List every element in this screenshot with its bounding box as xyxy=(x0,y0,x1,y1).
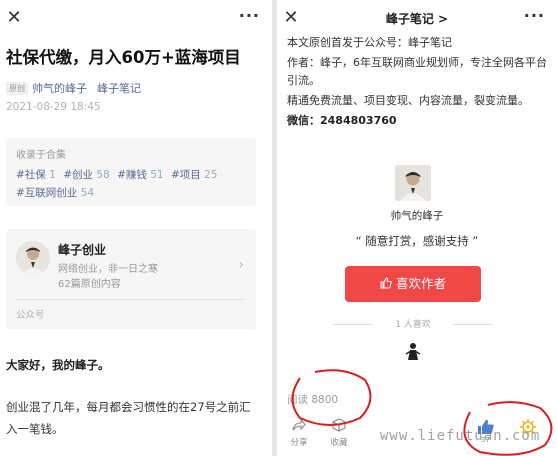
account-title-link[interactable]: 峰子笔记 > xyxy=(277,10,557,27)
article-right-panel: ✕ 峰子笔记 > ··· 本文原创首发于公众号：峰子笔记 作者：峰子，6年互联网… xyxy=(277,0,557,456)
tag-count: 58 xyxy=(96,169,110,181)
tag-name: #创业 xyxy=(63,169,93,181)
collection-tag[interactable]: #社保 1 xyxy=(16,169,56,181)
account-name: 峰子创业 xyxy=(58,243,107,257)
wechat-line: 微信：2484803760 xyxy=(287,114,397,127)
right-top-bar: ✕ 峰子笔记 > ··· xyxy=(277,0,557,36)
collection-box: 收录于合集 #社保 1 #创业 58 #赚钱 51 #项目 25 #互联网创业 … xyxy=(6,138,256,206)
share-icon xyxy=(279,418,319,436)
article-left-panel: ✕ ··· 社保代缴，月入60万+蓝海项目 原创 帅气的峰子 峰子笔记 2021-0… xyxy=(0,0,272,456)
share-button[interactable]: 分享 xyxy=(279,418,319,448)
liked-count-row: 1 人喜欢 xyxy=(333,317,493,331)
author-name: 帅气的峰子 xyxy=(390,210,444,222)
author-link[interactable]: 帅气的峰子 xyxy=(32,82,87,95)
source-line: 本文原创首发于公众号：峰子笔记 xyxy=(287,36,452,49)
original-badge: 原创 xyxy=(6,82,28,95)
tag-count: 51 xyxy=(150,169,164,181)
close-icon[interactable]: ✕ xyxy=(4,8,24,28)
account-link[interactable]: 峰子笔记 xyxy=(97,82,141,95)
article-greeting: 大家好，我的峰子。 xyxy=(6,358,110,372)
collection-title: 收录于合集 xyxy=(16,150,66,161)
more-menu-icon[interactable]: ··· xyxy=(524,6,545,25)
collect-button[interactable]: 收藏 xyxy=(319,418,359,448)
read-count: 阅读 8800 xyxy=(287,394,339,406)
article-footer-text: 本文原创首发于公众号：峰子笔记 作者：峰子，6年互联网商业规划师，专注全网各平台… xyxy=(287,34,549,132)
account-avatar xyxy=(16,241,50,275)
tag-count: 1 xyxy=(49,169,56,181)
chevron-right-icon: › xyxy=(238,257,244,273)
account-desc: 网络创业，非一日之寒 xyxy=(58,264,158,275)
tag-name: #社保 xyxy=(16,169,46,181)
collection-tag[interactable]: #互联网创业 54 xyxy=(16,187,94,199)
tag-count: 54 xyxy=(80,187,95,199)
watermark-text: www.liefutuan.com xyxy=(380,428,541,444)
liker-avatar[interactable] xyxy=(405,342,421,360)
like-author-label: 喜欢作者 xyxy=(395,276,446,291)
more-menu-icon[interactable]: ··· xyxy=(239,6,260,25)
tag-count: 25 xyxy=(204,169,218,181)
left-top-bar: ✕ ··· xyxy=(0,0,272,36)
like-author-button[interactable]: 喜欢作者 xyxy=(345,266,481,302)
tag-name: #赚钱 xyxy=(117,169,147,181)
article-meta: 原创 帅气的峰子 峰子笔记 xyxy=(6,80,141,96)
collection-tag[interactable]: #项目 25 xyxy=(171,169,218,181)
tag-name: #项目 xyxy=(170,169,201,181)
tag-name: #互联网创业 xyxy=(16,187,78,199)
collection-tags: #社保 1 #创业 58 #赚钱 51 #项目 25 #互联网创业 54 xyxy=(16,166,246,202)
publish-date: 2021-08-29 18:45 xyxy=(6,101,101,113)
collection-tag[interactable]: #赚钱 51 xyxy=(117,169,164,181)
divider xyxy=(453,324,493,325)
reward-quote: “ 随意打赏，感谢支持 ” xyxy=(355,234,479,248)
collect-label: 收藏 xyxy=(330,438,348,448)
account-kind: 公众号 xyxy=(16,310,45,321)
account-card[interactable]: 峰子创业 网络创业，非一日之寒 62篇原创内容 › 公众号 xyxy=(6,229,256,329)
cube-icon xyxy=(319,418,359,436)
article-title: 社保代缴，月入60万+蓝海项目 xyxy=(6,48,241,67)
skills-line: 精通免费流量、项目变现、内容流量，裂变流量。 xyxy=(287,94,529,107)
author-avatar[interactable] xyxy=(395,165,431,201)
article-paragraph: 创业混了几年，每月都会习惯性的在27号之前汇入一笔钱。 xyxy=(6,400,251,436)
divider xyxy=(16,299,246,300)
account-post-count: 62篇原创内容 xyxy=(58,279,121,290)
collection-tag[interactable]: #创业 58 xyxy=(63,169,110,181)
author-line: 作者：峰子，6年互联网商业规划师，专注全网各平台引流。 xyxy=(287,56,547,87)
share-label: 分享 xyxy=(290,438,308,448)
thumbs-up-icon xyxy=(380,266,392,302)
